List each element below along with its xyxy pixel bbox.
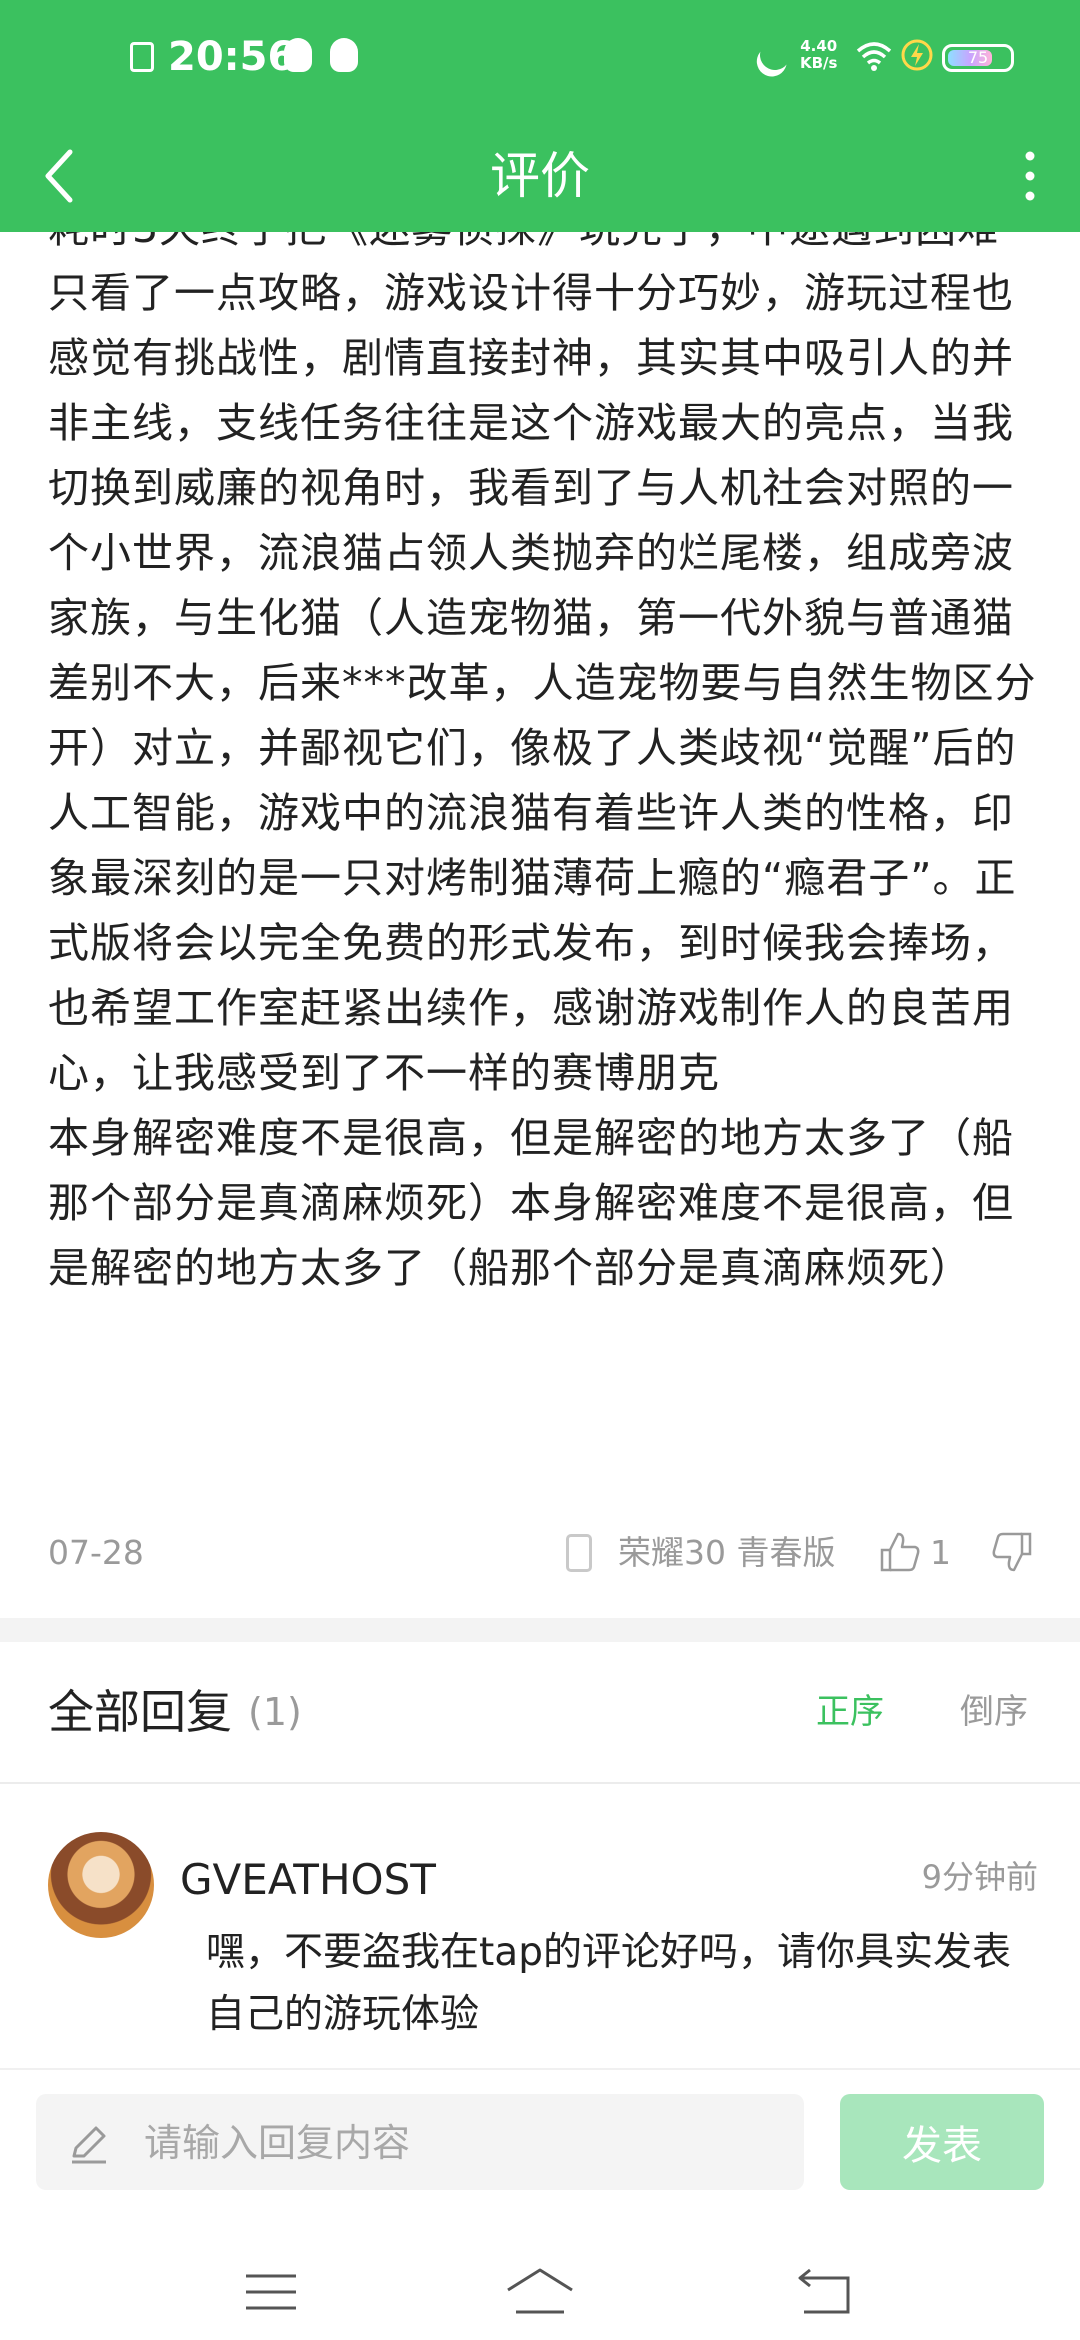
review-date: 07-28 (48, 1533, 144, 1572)
reply-input[interactable] (142, 2094, 786, 2192)
qq-icon (284, 38, 312, 72)
page-title: 评价 (490, 147, 590, 205)
send-button[interactable]: 发表 (840, 2094, 1044, 2190)
like-count: 1 (930, 1533, 951, 1572)
device-name: 荣耀30 青春版 (618, 1533, 836, 1572)
reply-author[interactable]: GVEATHOST (180, 1852, 436, 1908)
section-divider (0, 1618, 1080, 1642)
thumbs-down-icon[interactable] (990, 1530, 1034, 1574)
phone-icon (566, 1534, 592, 1572)
battery-level: 75 (967, 48, 989, 67)
sort-descending-tab[interactable]: 倒序 (960, 1672, 1028, 1752)
net-speed: 4.40 KB/s (800, 38, 837, 72)
net-speed-unit: KB/s (800, 54, 838, 72)
wifi-icon (856, 42, 892, 71)
pencil-icon (72, 2126, 106, 2164)
menu-icon[interactable] (244, 2272, 298, 2312)
battery-icon: 75 (942, 44, 1014, 72)
replies-count: (1) (248, 1690, 302, 1734)
sim-icon (130, 42, 154, 72)
status-bar: 20:56 4.40 KB/s 75 (0, 0, 1080, 120)
replies-title: 全部回复 (48, 1685, 232, 1739)
reply-input-box[interactable] (36, 2094, 804, 2192)
thumbs-up-icon[interactable] (878, 1530, 922, 1574)
app-header: 评价 (0, 120, 1080, 232)
system-nav-bar (0, 2220, 1080, 2340)
net-speed-value: 4.40 (800, 37, 838, 55)
review-content: 耗时3天终于把《迷雾侦探》玩完了，中途遇到困难只看了一点攻略，游戏设计得十分巧妙… (48, 232, 1038, 1512)
more-vertical-icon[interactable] (1008, 142, 1052, 210)
replies-header: 全部回复 (1) 正序 倒序 (48, 1672, 1038, 1752)
reply-text: 嘿，不要盗我在tap的评论好吗，请你具实发表自己的游玩体验 (206, 1930, 1011, 2037)
avatar[interactable] (48, 1832, 154, 1938)
charging-icon (901, 39, 933, 71)
sort-ascending-tab[interactable]: 正序 (816, 1672, 884, 1752)
status-time: 20:56 (168, 34, 296, 80)
qq-icon (330, 38, 358, 72)
home-icon[interactable] (504, 2266, 576, 2316)
reply-time: 9分钟前 (921, 1858, 1038, 1896)
review-text: 耗时3天终于把《迷雾侦探》玩完了，中途遇到困难只看了一点攻略，游戏设计得十分巧妙… (48, 232, 1037, 1292)
back-icon[interactable] (796, 2266, 854, 2316)
reply-input-bar: 发表 (0, 2068, 1080, 2220)
divider (0, 1782, 1080, 1784)
moon-icon (755, 35, 796, 76)
review-meta: 07-28 荣耀30 青春版 1 (48, 1528, 1038, 1578)
